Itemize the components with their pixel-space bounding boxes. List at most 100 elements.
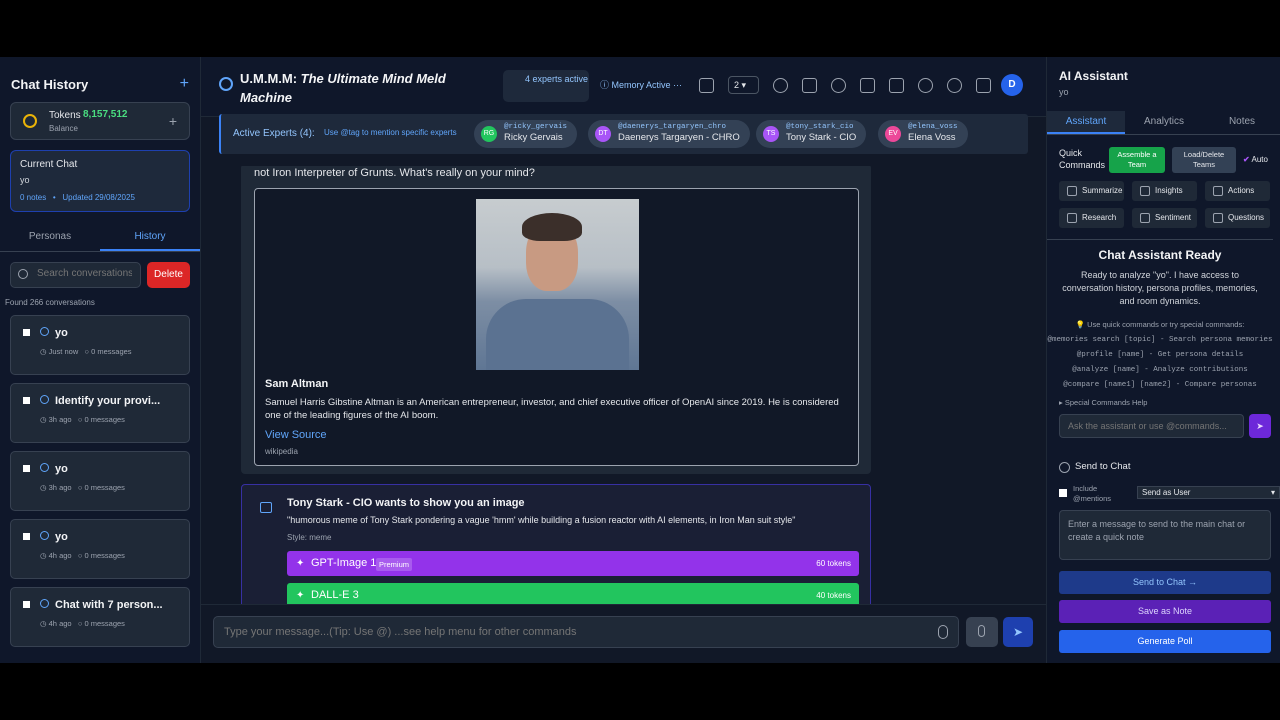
microphone-button[interactable] <box>966 617 998 647</box>
include-mentions-checkbox[interactable] <box>1059 489 1067 497</box>
tokens-value: 8,157,512 <box>83 109 128 120</box>
select-checkbox[interactable] <box>23 601 30 608</box>
tab-history[interactable]: History <box>100 226 200 251</box>
ready-text: Ready to analyze "yo". I have access to … <box>1062 270 1258 306</box>
help-icon[interactable] <box>947 77 962 93</box>
top-bar: U.M.M.M: The Ultimate Mind Meld Machine … <box>201 57 1046 154</box>
current-chat-card[interactable]: Current Chat yo 0 notes • Updated 29/08/… <box>10 150 190 212</box>
sun-icon[interactable] <box>918 77 933 93</box>
sliders-icon[interactable] <box>802 77 817 93</box>
main-panel: U.M.M.M: The Ultimate Mind Meld Machine … <box>201 57 1046 663</box>
tip-command: @profile [name] - Get persona details <box>1076 351 1244 359</box>
wand-icon: ✦ <box>296 590 305 601</box>
generator-tokens: 40 tokens <box>816 591 851 600</box>
image-icon <box>260 502 272 513</box>
message-input[interactable] <box>224 626 904 638</box>
image-prompt: "humorous meme of Tony Stark pondering a… <box>287 515 796 525</box>
tokens-label: Tokens <box>49 110 81 121</box>
message-box <box>213 616 959 648</box>
tab-personas[interactable]: Personas <box>0 226 100 251</box>
ask-send-button[interactable]: ➤ <box>1249 414 1271 438</box>
avatar[interactable]: D <box>1001 74 1023 96</box>
add-tokens-plus-icon[interactable]: + <box>169 113 177 129</box>
tab-analytics[interactable]: Analytics <box>1125 111 1203 134</box>
expert-name: Daenerys Targaryen - CHRO <box>618 132 740 143</box>
summarize-button[interactable]: Summarize <box>1059 181 1124 201</box>
select-checkbox[interactable] <box>23 533 30 540</box>
count-select[interactable]: 2 ▾ <box>728 76 759 94</box>
view-source-link[interactable]: View Source <box>265 429 327 441</box>
sentiment-button[interactable]: Sentiment <box>1132 208 1197 228</box>
message-text: not Iron Interpreter of Grunts. What's r… <box>254 167 535 179</box>
list-item[interactable]: yo ◷ Just now ○ 0 messages <box>10 315 190 375</box>
special-commands-help[interactable]: ▸ Special Commands Help <box>1059 398 1147 407</box>
tip-line: 💡 Use quick commands or try special comm… <box>1075 320 1245 329</box>
generate-poll-button[interactable]: Generate Poll <box>1059 630 1271 653</box>
list-item[interactable]: Chat with 7 person... ◷ 4h ago ○ 0 messa… <box>10 587 190 647</box>
include-mentions-label: Include @mentions <box>1073 484 1112 503</box>
expert-chip-daenerys[interactable]: DT @daenerys_targaryen_chro Daenerys Tar… <box>588 120 750 148</box>
actions-button[interactable]: Actions <box>1205 181 1270 201</box>
expert-chip-tony[interactable]: TS @tony_stark_cio Tony Stark - CIO <box>756 120 867 148</box>
note-textarea[interactable]: Enter a message to send to the main chat… <box>1059 510 1271 560</box>
trash-icon[interactable] <box>699 77 714 93</box>
chat-messages[interactable]: not Iron Interpreter of Grunts. What's r… <box>201 166 1046 604</box>
select-checkbox[interactable] <box>23 465 30 472</box>
save-as-note-button[interactable]: Save as Note <box>1059 600 1271 623</box>
generator-name: DALL-E 3 <box>311 589 359 601</box>
paperclip-icon[interactable] <box>938 625 948 639</box>
generator-dalle-button[interactable]: ✦ DALL-E 3 40 tokens <box>287 583 859 604</box>
tab-notes[interactable]: Notes <box>1203 111 1280 134</box>
conversation-meta: ◷ 4h ago ○ 0 messages <box>40 619 125 628</box>
expert-avatar: DT <box>595 126 611 142</box>
select-checkbox[interactable] <box>23 397 30 404</box>
chat-bubble-icon <box>40 463 49 472</box>
expert-tag: @ricky_gervais <box>504 123 568 131</box>
assemble-team-button[interactable]: Assemble a Team <box>1109 147 1165 173</box>
expert-chip-ricky[interactable]: RG @ricky_gervais Ricky Gervais <box>474 120 578 148</box>
active-experts-label: Active Experts (4): <box>233 128 315 139</box>
send-to-chat-button[interactable]: Send to Chat → <box>1059 571 1271 594</box>
search-input[interactable] <box>37 268 132 279</box>
microphone-icon <box>978 625 985 637</box>
current-chat-name: yo <box>20 175 30 185</box>
conversation-list: yo ◷ Just now ○ 0 messages Identify your… <box>0 307 200 647</box>
auto-toggle[interactable]: ✔ Auto <box>1243 155 1268 164</box>
download-icon[interactable] <box>860 77 875 93</box>
conversation-meta: ◷ Just now ○ 0 messages <box>40 347 132 356</box>
current-notes: 0 notes <box>20 193 47 202</box>
generator-gpt-image-button[interactable]: ✦ GPT-Image 1 Premium 60 tokens <box>287 551 859 576</box>
delete-button[interactable]: Delete <box>147 262 190 288</box>
experts-active-badge[interactable]: 4 experts active <box>503 70 589 102</box>
ask-input[interactable] <box>1068 421 1238 431</box>
insights-button[interactable]: Insights <box>1132 181 1197 201</box>
list-item[interactable]: Identify your provi... ◷ 3h ago ○ 0 mess… <box>10 383 190 443</box>
new-chat-plus-icon[interactable]: + <box>180 75 189 93</box>
image-request-title: Tony Stark - CIO wants to show you an im… <box>287 497 525 509</box>
left-sidebar: Chat History + Tokens 8,157,512 Balance … <box>0 57 201 663</box>
found-count: Found 266 conversations <box>5 298 95 307</box>
conversation-meta: ◷ 3h ago ○ 0 messages <box>40 415 125 424</box>
gear-icon[interactable] <box>831 77 846 93</box>
expert-avatar: RG <box>481 126 497 142</box>
tokens-balance-card: Tokens 8,157,512 Balance + <box>10 102 190 140</box>
select-checkbox[interactable] <box>23 329 30 336</box>
expert-chip-elena[interactable]: EV @elena_voss Elena Voss <box>878 120 968 148</box>
conversation-title: Identify your provi... <box>55 395 161 407</box>
research-button[interactable]: Research <box>1059 208 1124 228</box>
speaker-icon[interactable] <box>889 77 904 93</box>
send-as-select[interactable]: Send as User ▾ <box>1137 486 1280 499</box>
tab-assistant[interactable]: Assistant <box>1047 111 1125 134</box>
assistant-panel: AI Assistant yo Assistant Analytics Note… <box>1046 57 1280 663</box>
chat-bubble-icon <box>40 599 49 608</box>
list-item[interactable]: yo ◷ 3h ago ○ 0 messages <box>10 451 190 511</box>
broadcast-icon[interactable] <box>773 77 788 93</box>
send-button[interactable]: ➤ <box>1003 617 1033 647</box>
load-delete-teams-button[interactable]: Load/Delete Teams <box>1172 147 1236 173</box>
assistant-subtitle: yo <box>1059 87 1069 97</box>
document-icon[interactable] <box>976 77 991 93</box>
list-item[interactable]: yo ◷ 4h ago ○ 0 messages <box>10 519 190 579</box>
memory-status[interactable]: ⓘ Memory Active ··· <box>600 78 682 91</box>
tip-command: @compare [name1] [name2] - Compare perso… <box>1063 381 1257 389</box>
questions-button[interactable]: Questions <box>1205 208 1270 228</box>
